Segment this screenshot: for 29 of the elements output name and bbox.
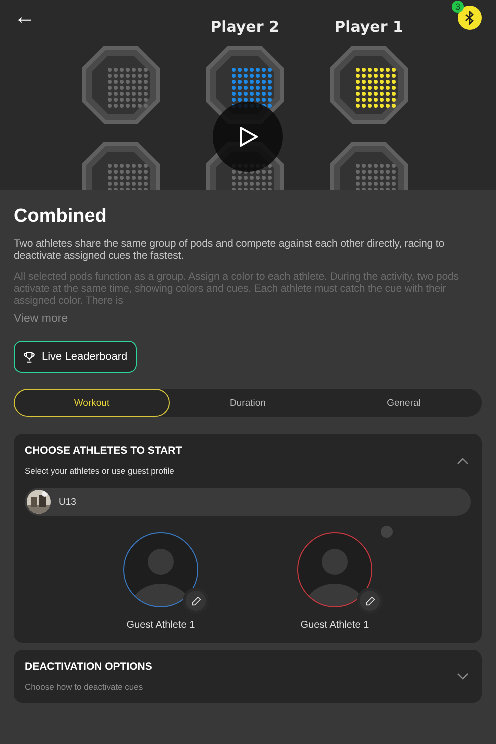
- indicator-dot: [381, 526, 393, 538]
- athlete-name: Guest Athlete 1: [300, 620, 370, 631]
- tab[interactable]: Workout: [14, 389, 170, 417]
- player-label: Player 1: [334, 18, 404, 36]
- team-name: U13: [59, 496, 76, 508]
- section-subtitle: Choose how to deactivate cues: [25, 682, 144, 692]
- pod-icon[interactable]: [330, 46, 408, 124]
- athlete-name: Guest Athlete 1: [126, 620, 196, 631]
- player-label: Player 2: [210, 18, 280, 36]
- tab[interactable]: General: [326, 389, 482, 417]
- trophy-icon: [23, 350, 36, 364]
- device-count-badge: 3: [452, 1, 464, 13]
- chevron-icon[interactable]: [457, 456, 469, 464]
- back-button[interactable]: ←: [14, 4, 36, 30]
- live-leaderboard-button[interactable]: Live Leaderboard: [14, 341, 137, 373]
- avatar-icon[interactable]: [123, 532, 199, 608]
- tab[interactable]: Duration: [170, 389, 326, 417]
- activity-title: Combined: [14, 206, 108, 228]
- bluetooth-icon: [464, 11, 476, 25]
- section-title: DEACTIVATION OPTIONS: [25, 661, 152, 673]
- team-selector[interactable]: U13: [25, 488, 471, 516]
- edit-button[interactable]: [357, 588, 383, 614]
- section-subtitle: Select your athletes or use guest profile: [25, 466, 176, 476]
- edit-button[interactable]: [183, 588, 209, 614]
- activity-description: Two athletes share the same group of pods and compete against each other directly, racing to deactivate assigned cues the fastest.: [14, 238, 446, 262]
- section-title: CHOOSE ATHLETES TO START: [25, 445, 182, 457]
- pencil-icon: [190, 596, 202, 606]
- pencil-icon: [364, 596, 376, 606]
- chevron-icon[interactable]: [457, 672, 469, 680]
